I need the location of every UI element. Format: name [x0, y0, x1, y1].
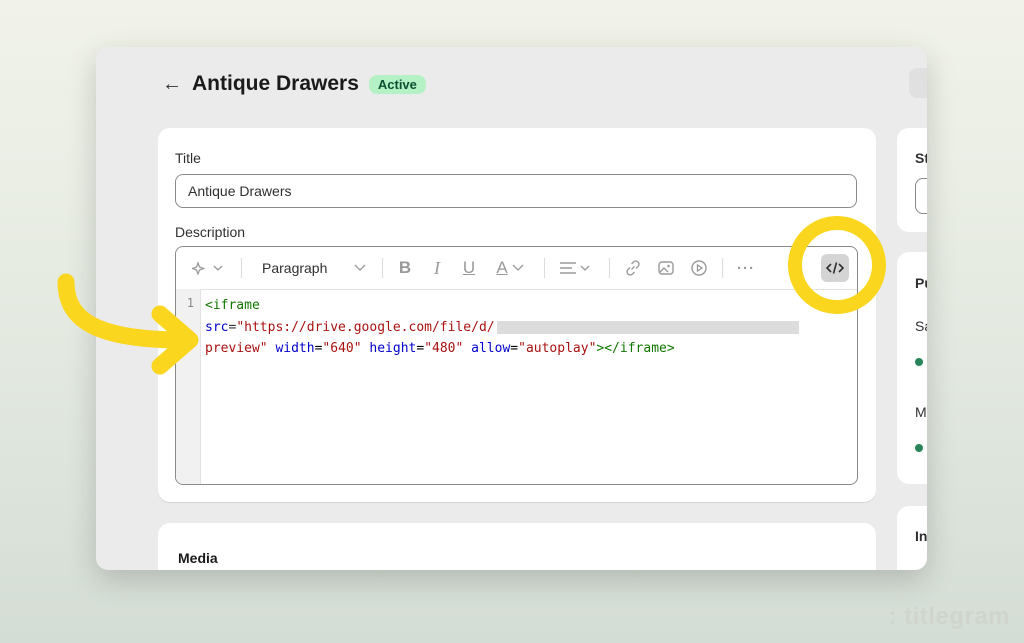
code-attr: width	[275, 341, 315, 356]
sidebar-item: Sa	[915, 318, 927, 334]
product-details-card: Title Antique Drawers Description Paragr…	[158, 128, 876, 502]
watermark-logo: : titlegram	[888, 603, 1010, 630]
code-line: src="https://drive.google.com/file/d/	[205, 317, 849, 339]
status-dot	[915, 358, 923, 366]
sidebar-item: M	[915, 404, 927, 420]
sidebar-label: In	[915, 528, 927, 544]
underline-button[interactable]: U	[458, 247, 480, 289]
redacted-block	[496, 320, 799, 334]
toolbar-divider	[241, 258, 242, 278]
more-options-icon[interactable]: ···	[732, 247, 760, 289]
code-string: "640"	[322, 341, 362, 356]
code-attr: height	[369, 341, 417, 356]
paragraph-label: Paragraph	[262, 260, 328, 276]
toolbar-divider	[722, 258, 723, 278]
image-icon[interactable]	[654, 247, 678, 289]
media-label: Media	[178, 550, 218, 566]
code-attr: allow	[471, 341, 511, 356]
chevron-down-icon	[512, 264, 524, 271]
code-string: "480"	[424, 341, 464, 356]
toolbar-divider	[382, 258, 383, 278]
annotation-arrow-icon	[57, 273, 199, 375]
paragraph-dropdown[interactable]: Paragraph	[262, 247, 366, 289]
toolbar-divider	[609, 258, 610, 278]
annotation-circle-icon	[788, 216, 886, 314]
header-action-button[interactable]	[909, 68, 927, 98]
html-code-content[interactable]: <iframe src="https://drive.google.com/fil…	[205, 295, 849, 360]
sidebar-card-insights: In	[897, 506, 927, 570]
text-color-button[interactable]: A	[490, 247, 530, 289]
media-card: Media	[158, 523, 876, 570]
status-select[interactable]	[915, 178, 927, 214]
status-dot	[915, 444, 923, 452]
code-line: <iframe	[205, 295, 849, 317]
code-line: preview" width="640" height="480" allow=…	[205, 341, 675, 356]
status-badge: Active	[368, 74, 426, 94]
editor-toolbar: Paragraph B I U A ···	[176, 247, 857, 290]
align-icon[interactable]	[556, 247, 596, 289]
italic-button[interactable]: I	[426, 247, 448, 289]
description-editor[interactable]: Paragraph B I U A ··· 1 <iframe src="htt…	[175, 246, 858, 485]
code-string: "autoplay"	[518, 341, 597, 356]
sidebar-label: St	[915, 150, 927, 166]
sidebar-card-status: St	[897, 128, 927, 232]
video-icon[interactable]	[687, 247, 711, 289]
title-input[interactable]: Antique Drawers	[175, 174, 857, 208]
bold-button[interactable]: B	[394, 247, 416, 289]
code-tag: ></iframe>	[596, 341, 675, 356]
link-icon[interactable]	[621, 247, 645, 289]
toolbar-divider	[544, 258, 545, 278]
sidebar-label: Pu	[915, 275, 927, 291]
sidebar-card-publishing: Pu Sa M	[897, 252, 927, 484]
chevron-down-icon	[354, 264, 366, 271]
code-string: "https://drive.google.com/file/d/	[236, 319, 495, 335]
text-color-label: A	[496, 258, 508, 277]
